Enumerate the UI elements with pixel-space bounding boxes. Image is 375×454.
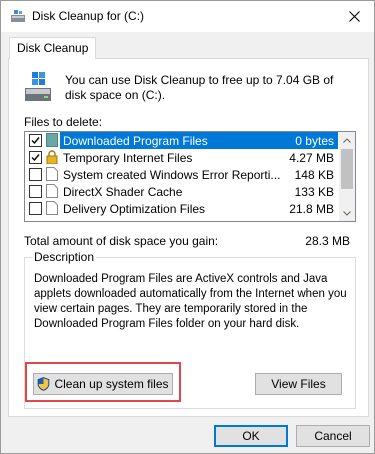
- folder-icon: [46, 133, 58, 147]
- close-button[interactable]: [342, 5, 366, 27]
- checkbox[interactable]: [29, 185, 42, 198]
- tab-panel: You can use Disk Cleanup to free up to 7…: [8, 58, 369, 417]
- intro-text: You can use Disk Cleanup to free up to 7…: [65, 73, 334, 102]
- view-files-button[interactable]: View Files: [255, 373, 342, 395]
- list-item[interactable]: Downloaded Program Files 0 bytes: [25, 132, 338, 149]
- file-name: Downloaded Program Files: [63, 134, 208, 148]
- files-to-delete-label: Files to delete:: [24, 115, 103, 129]
- tab-disk-cleanup[interactable]: Disk Cleanup: [9, 37, 97, 59]
- list-item[interactable]: System created Windows Error Reporti... …: [25, 166, 338, 183]
- file-name: DirectX Shader Cache: [63, 185, 183, 199]
- checkbox[interactable]: [29, 168, 42, 181]
- checkbox[interactable]: [29, 151, 42, 164]
- window-title: Disk Cleanup for (C:): [32, 9, 145, 23]
- clean-up-system-files-button[interactable]: Clean up system files: [33, 373, 173, 395]
- description-text: Downloaded Program Files are ActiveX con…: [34, 273, 347, 330]
- list-scrollbar[interactable]: [339, 132, 355, 221]
- drive-cleanup-icon: [24, 71, 52, 103]
- file-icon: [46, 167, 58, 181]
- ok-button[interactable]: OK: [214, 425, 288, 447]
- file-size: 133 KB: [294, 185, 334, 199]
- scroll-up-button[interactable]: [339, 132, 355, 148]
- cancel-button[interactable]: Cancel: [296, 425, 370, 447]
- file-icon: [46, 201, 58, 215]
- file-name: Temporary Internet Files: [63, 151, 193, 165]
- list-item[interactable]: Temporary Internet Files 4.27 MB: [25, 149, 338, 166]
- file-size: 21.8 MB: [289, 202, 334, 216]
- scrollbar-thumb[interactable]: [341, 149, 353, 189]
- file-name: System created Windows Error Reporti...: [63, 168, 281, 182]
- checkbox[interactable]: [29, 134, 42, 147]
- list-item[interactable]: DirectX Shader Cache 133 KB: [25, 183, 338, 200]
- clean-up-system-files-label: Clean up system files: [54, 377, 169, 391]
- chevron-down-icon: [343, 210, 351, 216]
- checkmark-icon: [31, 137, 40, 145]
- close-icon: [348, 10, 360, 22]
- title-bar: Disk Cleanup for (C:): [1, 1, 374, 32]
- file-size: 0 bytes: [295, 134, 334, 148]
- lock-icon: [46, 150, 58, 165]
- checkbox[interactable]: [29, 202, 42, 215]
- disk-cleanup-app-icon: [10, 9, 26, 23]
- disk-cleanup-window: Disk Cleanup for (C:) Disk Cleanup You c…: [0, 0, 375, 454]
- checkmark-icon: [31, 154, 40, 162]
- total-gain-label: Total amount of disk space you gain:: [24, 234, 219, 248]
- uac-shield-icon: [37, 377, 50, 391]
- description-legend: Description: [32, 250, 97, 264]
- file-name: Delivery Optimization Files: [63, 202, 206, 216]
- tab-strip: Disk Cleanup: [8, 36, 370, 59]
- file-icon: [46, 184, 58, 198]
- total-gain-value: 28.3 MB: [305, 234, 350, 248]
- file-size: 4.27 MB: [289, 151, 334, 165]
- scroll-down-button[interactable]: [339, 205, 355, 221]
- list-item[interactable]: Delivery Optimization Files 21.8 MB: [25, 200, 338, 217]
- files-list[interactable]: Downloaded Program Files 0 bytes Tempora…: [24, 131, 356, 222]
- chevron-up-icon: [343, 137, 351, 143]
- file-size: 148 KB: [294, 168, 334, 182]
